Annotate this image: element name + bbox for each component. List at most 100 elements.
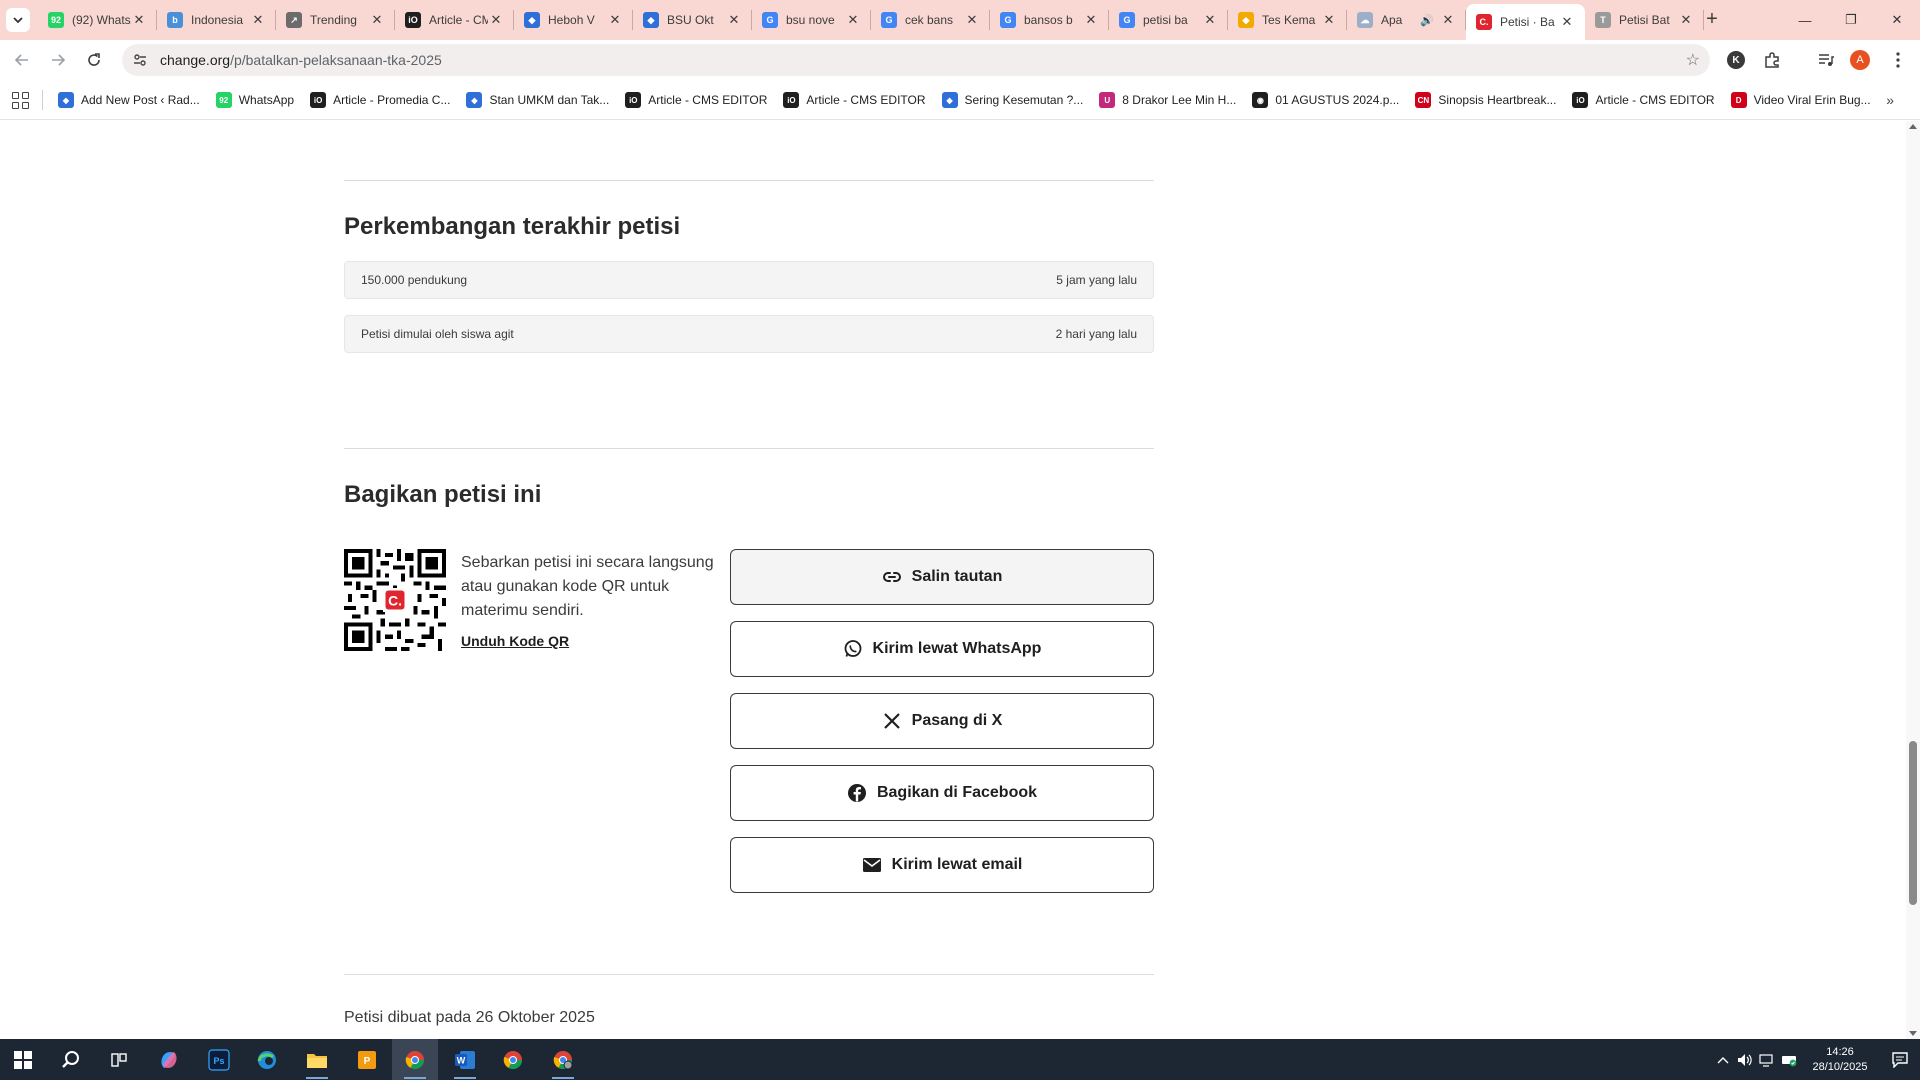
tab-active[interactable]: C. Petisi · Ba ✕ [1466, 4, 1585, 40]
browser-menu-button[interactable] [1884, 46, 1912, 74]
minimize-button[interactable]: — [1782, 0, 1828, 40]
close-tab-icon[interactable]: ✕ [488, 12, 504, 28]
bookmark-item[interactable]: ◆ Stan UMKM dan Tak... [460, 86, 615, 114]
media-controls-button[interactable] [1812, 46, 1840, 74]
browser-tab[interactable]: ◆ BSU Okt ✕ [633, 0, 752, 40]
browser-tab[interactable]: Gcek bans ✕ [871, 0, 990, 40]
site-info-icon[interactable] [126, 46, 154, 74]
browser-tab[interactable]: ◆ Heboh V ✕ [514, 0, 633, 40]
x-share-button[interactable]: Pasang di X [730, 693, 1154, 749]
chrome-app-active[interactable] [392, 1039, 438, 1080]
bookmark-item[interactable]: ◆ Add New Post ‹ Rad... [52, 86, 206, 114]
bookmark-item[interactable]: iO Article - CMS EDITOR [619, 86, 773, 114]
bookmarks-bar: ◆ Add New Post ‹ Rad... 92 WhatsApp iO Articl… [0, 80, 1920, 120]
volume-icon[interactable] [1734, 1039, 1756, 1080]
taskbar-clock[interactable]: 14:26 28/10/2025 [1800, 1045, 1880, 1075]
browser-tab[interactable]: ↗ Trending ✕ [276, 0, 395, 40]
browser-tab[interactable]: Gbansos b ✕ [990, 0, 1109, 40]
windows-taskbar: Ps P W 14:26 28/10/2025 [0, 1039, 1920, 1080]
task-view-button[interactable] [96, 1039, 142, 1080]
close-tab-icon[interactable]: ✕ [369, 12, 385, 28]
search-button[interactable] [48, 1039, 94, 1080]
browser-tab[interactable]: ◆ Tes Kema ✕ [1228, 0, 1347, 40]
bookmarks-overflow-button[interactable]: » [1886, 92, 1894, 108]
bookmark-item[interactable]: iO Article - Promedia C... [304, 86, 456, 114]
bookmark-item[interactable]: D Video Viral Erin Bug... [1725, 86, 1877, 114]
restore-button[interactable]: ❐ [1828, 0, 1874, 40]
page-scrollbar[interactable] [1906, 121, 1920, 1039]
whatsapp-share-button[interactable]: Kirim lewat WhatsApp [730, 621, 1154, 677]
bookmark-item[interactable]: CN Sinopsis Heartbreak... [1409, 86, 1562, 114]
start-button[interactable] [0, 1039, 46, 1080]
button-label: Pasang di X [911, 712, 1003, 729]
edge-app[interactable] [244, 1039, 290, 1080]
security-status-icon[interactable] [1778, 1039, 1800, 1080]
pdf-reader-app[interactable]: P [344, 1039, 390, 1080]
close-tab-icon[interactable]: ✕ [1083, 12, 1099, 28]
close-tab-icon[interactable]: ✕ [250, 12, 266, 28]
tab-search-button[interactable] [6, 8, 30, 32]
apps-grid-icon[interactable] [10, 90, 30, 110]
profile-a-button[interactable]: A [1846, 46, 1874, 74]
extensions-button[interactable] [1758, 46, 1786, 74]
forward-button[interactable] [44, 46, 72, 74]
close-tab-icon[interactable]: ✕ [726, 12, 742, 28]
bookmark-item[interactable]: iO Article - CMS EDITOR [777, 86, 931, 114]
download-qr-link[interactable]: Unduh Kode QR [461, 633, 569, 649]
back-button[interactable] [8, 46, 36, 74]
copy-link-button[interactable]: Salin tautan [730, 549, 1154, 605]
close-tab-icon[interactable]: ✕ [1678, 12, 1694, 28]
file-explorer-app[interactable] [294, 1039, 340, 1080]
browser-tab[interactable]: Gpetisi ba ✕ [1109, 0, 1228, 40]
close-window-button[interactable]: ✕ [1874, 0, 1920, 40]
copilot-app[interactable] [146, 1039, 192, 1080]
photoshop-app[interactable]: Ps [196, 1039, 242, 1080]
word-app[interactable]: W [442, 1039, 488, 1080]
scroll-down-arrow-icon[interactable] [1909, 1031, 1917, 1036]
favicon-icon: ◆ [1238, 12, 1254, 28]
browser-tab[interactable]: 92 (92) WhatsApp✕ [38, 0, 157, 40]
link-icon [882, 567, 902, 587]
close-tab-icon[interactable]: ✕ [1559, 14, 1575, 30]
scroll-up-arrow-icon[interactable] [1909, 124, 1917, 129]
bookmark-label: Stan UMKM dan Tak... [489, 93, 610, 107]
bookmark-item[interactable]: iO Article - CMS EDITOR [1566, 86, 1720, 114]
browser-tab[interactable]: Gbsu nove ✕ [752, 0, 871, 40]
speaker-icon[interactable]: 🔊 [1420, 14, 1434, 27]
divider [344, 180, 1154, 181]
reload-button[interactable] [80, 46, 108, 74]
bookmark-item[interactable]: ◆ Sering Kesemutan ?... [936, 86, 1090, 114]
close-tab-icon[interactable]: ✕ [1440, 12, 1456, 28]
close-tab-icon[interactable]: ✕ [1321, 12, 1337, 28]
scrollbar-thumb[interactable] [1909, 741, 1917, 905]
bookmark-item[interactable]: U 8 Drakor Lee Min H... [1093, 86, 1242, 114]
show-hidden-icons-button[interactable] [1712, 1039, 1734, 1080]
chrome-profile-app[interactable] [540, 1039, 586, 1080]
network-icon[interactable] [1756, 1039, 1778, 1080]
close-tab-icon[interactable]: ✕ [964, 12, 980, 28]
facebook-share-button[interactable]: Bagikan di Facebook [730, 765, 1154, 821]
arrow-right-icon [52, 54, 66, 66]
close-tab-icon[interactable]: ✕ [1202, 12, 1218, 28]
browser-tab[interactable]: b Indonesia ✕ [157, 0, 276, 40]
bookmark-star-icon[interactable]: ☆ [1686, 50, 1700, 70]
close-tab-icon[interactable]: ✕ [607, 12, 623, 28]
close-tab-icon[interactable]: ✕ [131, 12, 147, 28]
notifications-button[interactable] [1880, 1039, 1920, 1080]
browser-tab[interactable]: iO Article - CMS✕ [395, 0, 514, 40]
bookmark-label: Sering Kesemutan ?... [964, 93, 1084, 107]
bookmark-label: Article - Promedia C... [333, 93, 451, 107]
browser-tab[interactable]: ☁ Apa 🔊 ✕ [1347, 0, 1466, 40]
bookmark-item[interactable]: 92 WhatsApp [210, 86, 300, 114]
profile-k-button[interactable]: K [1722, 46, 1750, 74]
tab-title: Trending [310, 13, 357, 27]
browser-tab[interactable]: T Petisi Bat ✕ [1585, 0, 1704, 40]
email-share-button[interactable]: Kirim lewat email [730, 837, 1154, 893]
button-label: Kirim lewat WhatsApp [872, 640, 1042, 657]
address-bar[interactable]: change.org/p/batalkan-pelaksanaan-tka-20… [122, 44, 1710, 76]
tab-title: Heboh V [548, 13, 595, 27]
new-tab-button[interactable]: + [1700, 8, 1724, 32]
close-tab-icon[interactable]: ✕ [845, 12, 861, 28]
bookmark-item[interactable]: ◉ 01 AGUSTUS 2024.p... [1246, 86, 1405, 114]
chrome-app[interactable] [490, 1039, 536, 1080]
